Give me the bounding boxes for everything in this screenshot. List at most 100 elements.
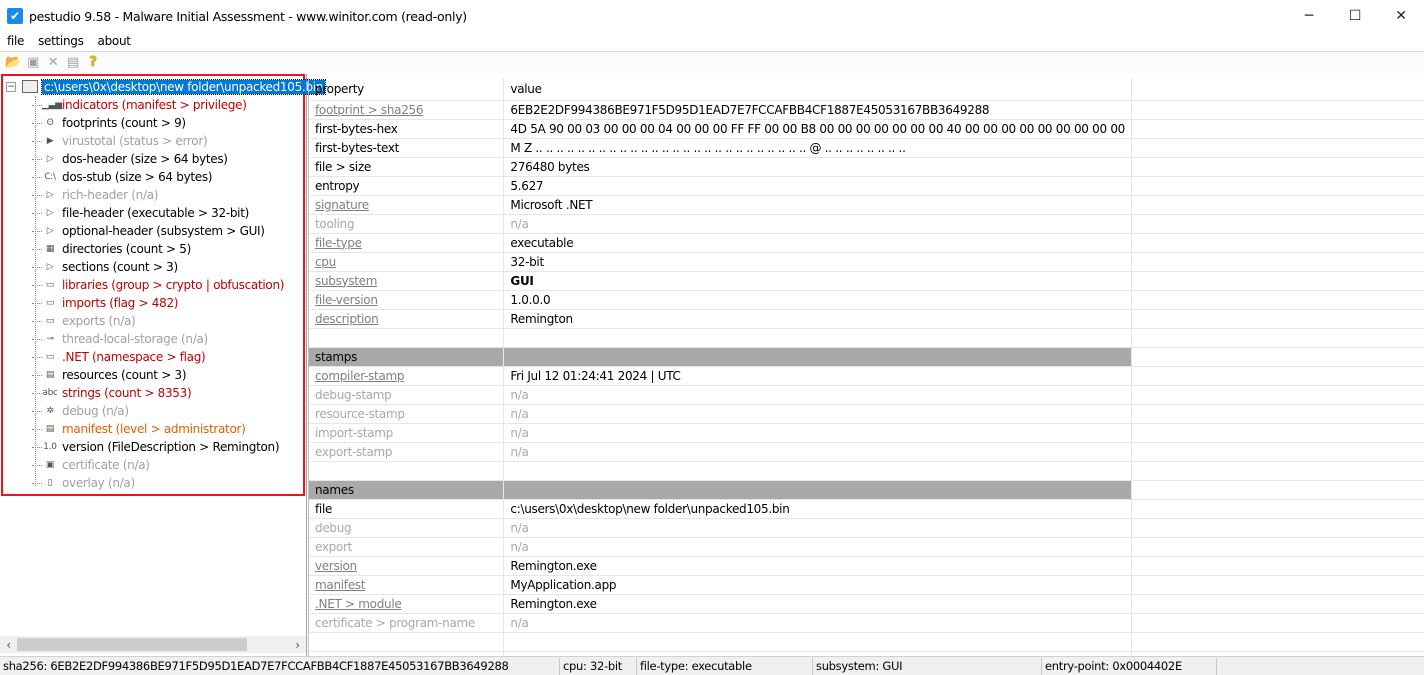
- tree-item[interactable]: ▭ libraries (group > crypto | obfuscation…: [4, 276, 325, 294]
- tree-item[interactable]: ▯ overlay (n/a): [4, 474, 325, 492]
- section-header-row[interactable]: names: [309, 480, 1424, 500]
- tree-pane: − c:\users\0x\desktop\new folder\unpacke…: [0, 74, 327, 656]
- table-row[interactable]: import-stamp n/a: [309, 423, 1424, 443]
- clipboard-icon[interactable]: ▤: [63, 53, 83, 73]
- table-row[interactable]: certificate > program-name n/a: [309, 613, 1424, 633]
- table-row[interactable]: footprint > sha256 6EB2E2DF994386BE971F5D…: [309, 100, 1424, 120]
- tree-item[interactable]: ▁▃▅ indicators (manifest > privilege): [4, 96, 325, 114]
- menu-about[interactable]: about: [91, 34, 138, 48]
- table-row[interactable]: cpu 32-bit: [309, 252, 1424, 272]
- table-row[interactable]: file c:\users\0x\desktop\new folder\unpac…: [309, 499, 1424, 519]
- column-header-value[interactable]: value: [503, 78, 1132, 101]
- tree-item[interactable]: C:\ dos-stub (size > 64 bytes): [4, 168, 325, 186]
- property-value: Remington: [510, 311, 573, 326]
- property-name[interactable]: cpu: [315, 255, 336, 269]
- tree-item[interactable]: ▦ directories (count > 5): [4, 240, 325, 258]
- open-icon[interactable]: 📂: [3, 53, 23, 73]
- property-name[interactable]: file-version: [315, 293, 378, 307]
- tree-item-label: overlay (n/a): [62, 476, 135, 490]
- table-row[interactable]: first-bytes-hex 4D 5A 90 00 03 00 00 00 0…: [309, 119, 1424, 139]
- property-name[interactable]: manifest: [315, 578, 365, 592]
- status-sha256: sha256: 6EB2E2DF994386BE971F5D95D1EAD7E7…: [0, 657, 560, 675]
- table-row[interactable]: manifest MyApplication.app: [309, 575, 1424, 595]
- scrollbar-thumb[interactable]: [17, 638, 247, 651]
- empty-cell: [1131, 157, 1424, 177]
- property-name[interactable]: signature: [315, 198, 369, 212]
- table-row[interactable]: file > size 276480 bytes: [309, 157, 1424, 177]
- scroll-left-icon[interactable]: ‹: [0, 638, 17, 652]
- table-row[interactable]: resource-stamp n/a: [309, 404, 1424, 424]
- table-row[interactable]: compiler-stamp Fri Jul 12 01:24:41 2024 |…: [309, 366, 1424, 386]
- tree-connector: [32, 303, 42, 304]
- table-row[interactable]: export n/a: [309, 537, 1424, 557]
- table-row[interactable]: [309, 632, 1424, 652]
- table-row[interactable]: debug-stamp n/a: [309, 385, 1424, 405]
- table-row[interactable]: export-stamp n/a: [309, 442, 1424, 462]
- tree-item[interactable]: ▷ file-header (executable > 32-bit): [4, 204, 325, 222]
- tree-item[interactable]: ▷ rich-header (n/a): [4, 186, 325, 204]
- table-row[interactable]: version Remington.exe: [309, 556, 1424, 576]
- tree-item-label: optional-header (subsystem > GUI): [62, 224, 265, 238]
- menu-file[interactable]: file: [0, 34, 31, 48]
- scroll-right-icon[interactable]: ›: [289, 638, 306, 652]
- property-name[interactable]: .NET > module: [315, 597, 402, 611]
- close-file-icon[interactable]: ✕: [43, 53, 63, 73]
- property-name[interactable]: compiler-stamp: [315, 369, 405, 383]
- tree-connector: [32, 123, 42, 124]
- tree-item[interactable]: ▣ certificate (n/a): [4, 456, 325, 474]
- save-icon[interactable]: ▣: [23, 53, 43, 73]
- tree-item[interactable]: ▭ exports (n/a): [4, 312, 325, 330]
- maximize-button[interactable]: ☐: [1332, 0, 1378, 32]
- tree-item[interactable]: ▭ .NET (namespace > flag): [4, 348, 325, 366]
- minimize-button[interactable]: ─: [1286, 0, 1332, 32]
- property-name[interactable]: footprint > sha256: [315, 103, 424, 117]
- status-bar: sha256: 6EB2E2DF994386BE971F5D95D1EAD7E7…: [0, 656, 1424, 675]
- console-icon: C:\: [44, 172, 56, 182]
- help-icon[interactable]: ?: [83, 53, 103, 73]
- directories-icon: ▦: [45, 244, 55, 254]
- tree-item[interactable]: 1.0 version (FileDescription > Remington): [4, 438, 325, 456]
- tree-connector: [32, 195, 42, 196]
- collapse-icon[interactable]: −: [6, 82, 16, 92]
- table-row[interactable]: [309, 461, 1424, 481]
- table-row[interactable]: tooling n/a: [309, 214, 1424, 234]
- table-row[interactable]: file-type executable: [309, 233, 1424, 253]
- table-row[interactable]: [309, 328, 1424, 348]
- arrow-icon: ▷: [46, 262, 54, 272]
- tree-item[interactable]: ▶ virustotal (status > error): [4, 132, 325, 150]
- table-row[interactable]: .NET > module Remington.exe: [309, 594, 1424, 614]
- property-name[interactable]: version: [315, 559, 357, 573]
- tree-item[interactable]: ✲ debug (n/a): [4, 402, 325, 420]
- property-name[interactable]: description: [315, 312, 379, 326]
- tree-item[interactable]: ⊸ thread-local-storage (n/a): [4, 330, 325, 348]
- table-row[interactable]: debug n/a: [309, 518, 1424, 538]
- tree-item[interactable]: ▷ sections (count > 3): [4, 258, 325, 276]
- menu-settings[interactable]: settings: [31, 34, 90, 48]
- tree-item[interactable]: ʘ footprints (count > 9): [4, 114, 325, 132]
- section-header-row[interactable]: stamps: [309, 347, 1424, 367]
- property-value: 6EB2E2DF994386BE971F5D95D1EAD7E7FCCAFBB4…: [510, 102, 990, 117]
- tree-item-label: manifest (level > administrator): [62, 422, 246, 436]
- close-button[interactable]: ✕: [1378, 0, 1424, 32]
- tree-item[interactable]: ▭ imports (flag > 482): [4, 294, 325, 312]
- table-row[interactable]: file-version 1.0.0.0: [309, 290, 1424, 310]
- tree-item[interactable]: ▷ dos-header (size > 64 bytes): [4, 150, 325, 168]
- table-row[interactable]: subsystem GUI: [309, 271, 1424, 291]
- tree-item[interactable]: ▷ optional-header (subsystem > GUI): [4, 222, 325, 240]
- tree-root[interactable]: − c:\users\0x\desktop\new folder\unpacke…: [4, 78, 327, 96]
- tree-item[interactable]: abc strings (count > 8353): [4, 384, 325, 402]
- property-name[interactable]: file-type: [315, 236, 362, 250]
- table-row[interactable]: entropy 5.627: [309, 176, 1424, 196]
- horizontal-scrollbar[interactable]: ‹ ›: [0, 636, 306, 653]
- tree-item-label: dos-header (size > 64 bytes): [62, 152, 228, 166]
- table-row[interactable]: first-bytes-text M Z .. .. .. .. .. .. ..…: [309, 138, 1424, 158]
- menu-bar: file settings about: [0, 32, 1424, 50]
- column-header-property[interactable]: property: [309, 78, 505, 101]
- tree-item-label: thread-local-storage (n/a): [62, 332, 208, 346]
- table-row[interactable]: description Remington: [309, 309, 1424, 329]
- tree-item[interactable]: ▤ resources (count > 3): [4, 366, 325, 384]
- tree-item[interactable]: ▤ manifest (level > administrator): [4, 420, 325, 438]
- table-row[interactable]: signature Microsoft .NET: [309, 195, 1424, 215]
- empty-cell: [1131, 252, 1424, 272]
- property-name[interactable]: subsystem: [315, 274, 377, 288]
